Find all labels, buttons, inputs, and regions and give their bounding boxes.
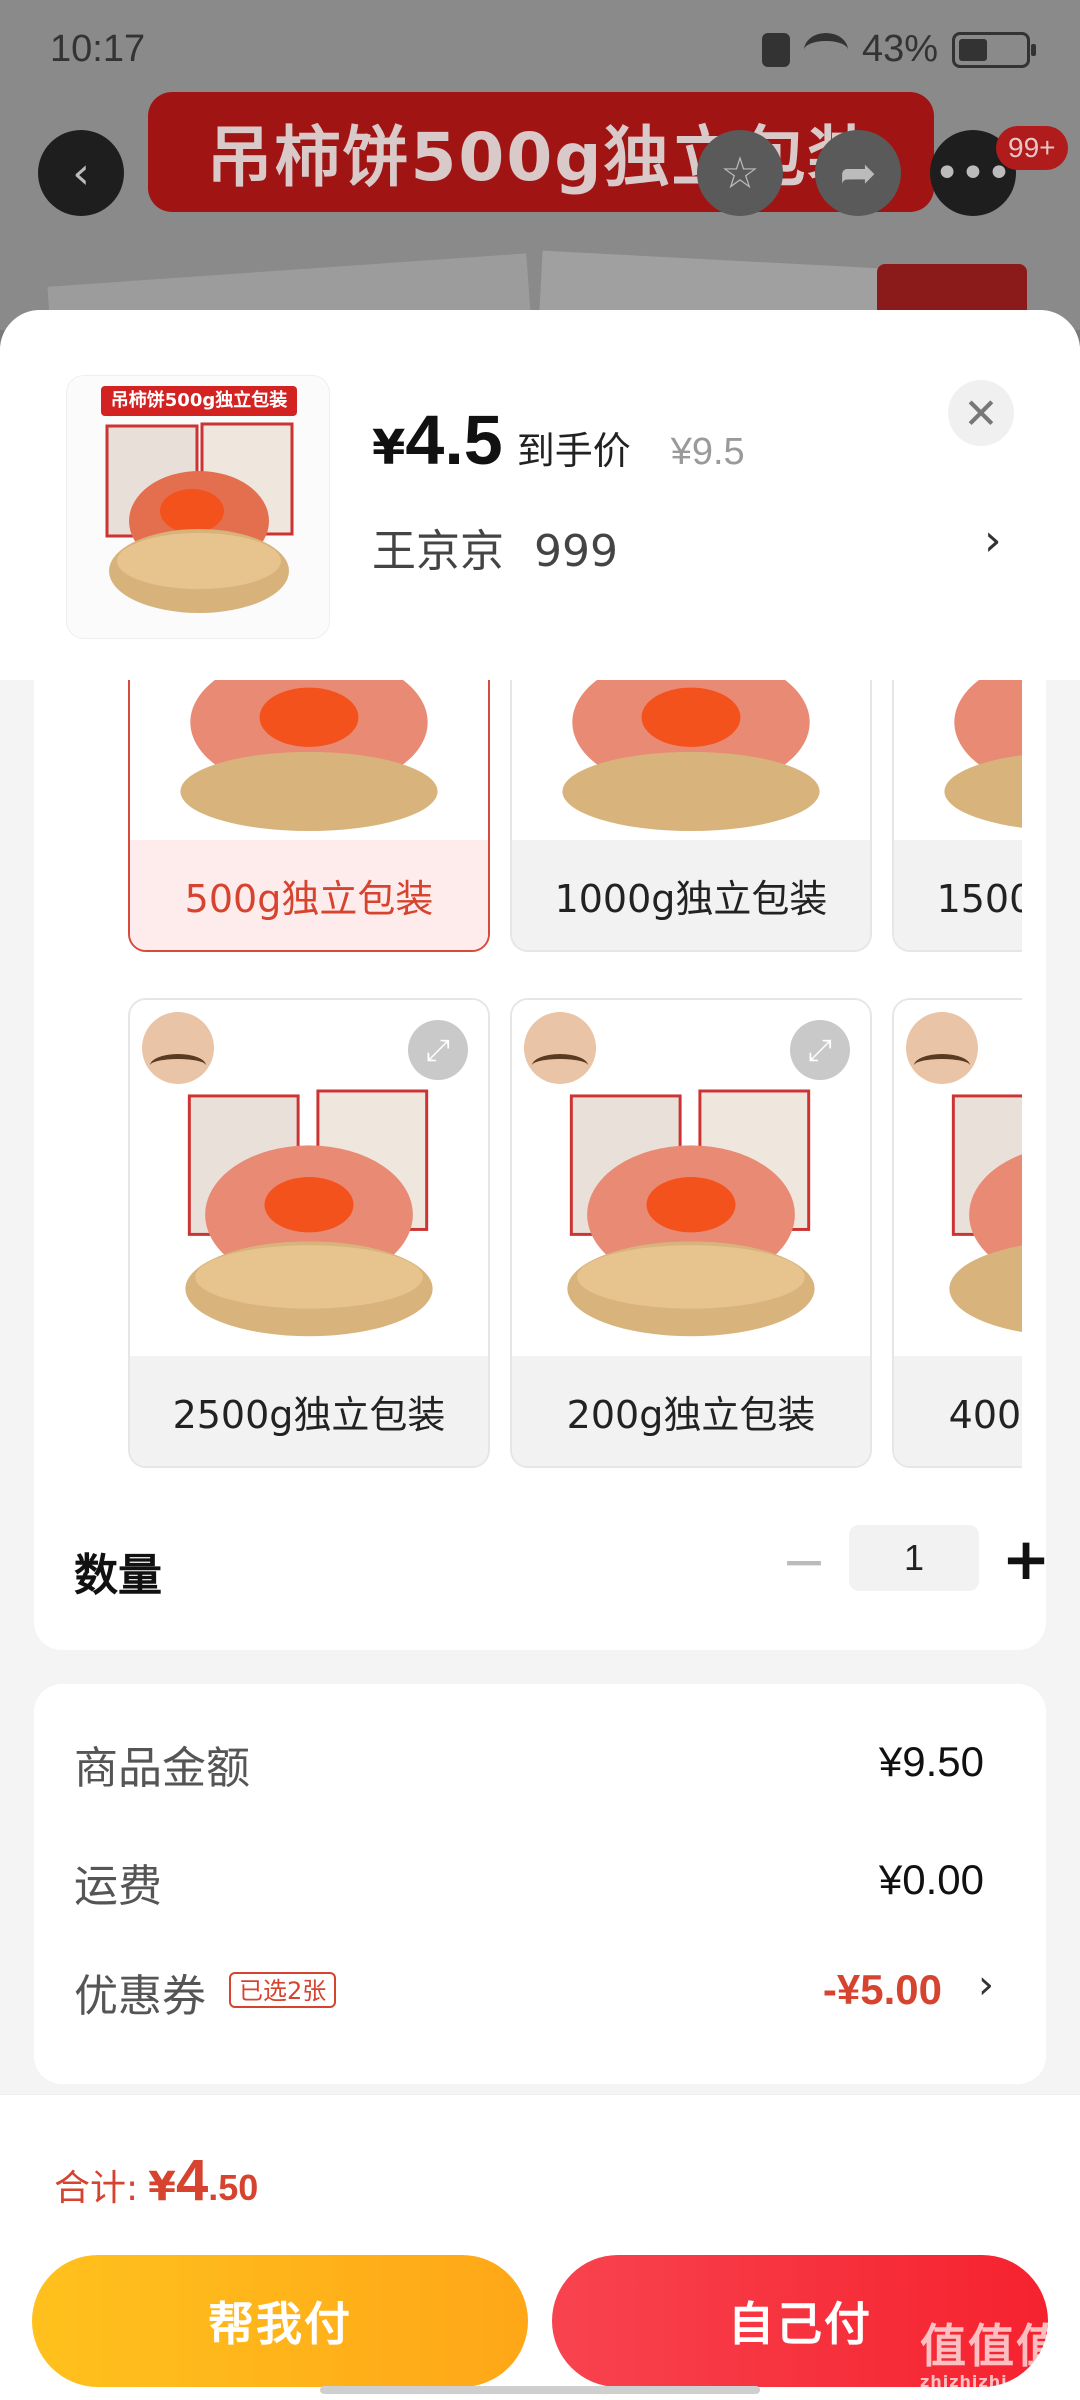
spec-label: 200g独立包装	[512, 1356, 870, 1466]
total-currency: ¥	[148, 2164, 176, 2210]
status-bar: 10:17 43%	[0, 0, 1080, 100]
spec-label: 2500g独立包装	[130, 1356, 488, 1466]
price-symbol: ¥	[372, 420, 406, 476]
sim-icon	[761, 32, 790, 67]
recipient-number: 999	[534, 526, 618, 577]
share-icon: ➦	[839, 147, 877, 199]
battery-icon	[952, 31, 1036, 68]
spec-option[interactable]: 500g独立包装	[128, 680, 490, 952]
expand-icon: ⤢	[426, 1032, 450, 1068]
spec-option[interactable]: ⤢ 2500g独立包装	[128, 998, 490, 1468]
quantity-increase-button[interactable]: +	[994, 1525, 1046, 1593]
total-integer: 4	[175, 2148, 209, 2213]
plus-icon: +	[1001, 1525, 1046, 1593]
recipient-row[interactable]: 王京京 999	[372, 515, 618, 579]
shipping-row: 运费 ¥0.00	[74, 1842, 994, 1912]
shipping-label: 运费	[74, 1861, 162, 1912]
back-button[interactable]: ‹	[38, 130, 124, 216]
recipient-name: 王京京	[372, 526, 504, 577]
coupon-value: -¥5.00	[822, 1966, 942, 2013]
spec-option[interactable]: 1000g独立包装	[510, 680, 872, 952]
spec-option[interactable]: 1500g独立包装	[892, 680, 1022, 952]
spec-label: 500g独立包装	[130, 840, 488, 950]
checkout-bar: 合计: ¥ 4 .50 帮我付 自己付	[0, 2094, 1080, 2400]
quantity-decrease-button[interactable]: −	[774, 1529, 834, 1593]
spec-label: 400g独立包装	[894, 1356, 1022, 1466]
background-banner: 吊柿饼500g独立包装	[148, 92, 934, 212]
expand-button[interactable]: ⤢	[790, 1020, 850, 1080]
brand-logo	[524, 1012, 596, 1084]
star-icon: ☆	[720, 147, 760, 199]
quantity-label: 数量	[74, 1550, 162, 1601]
final-price: 4.5	[405, 401, 503, 479]
quantity-value[interactable]: 1	[849, 1525, 979, 1591]
more-badge: 99+	[996, 126, 1068, 170]
spec-image	[512, 680, 870, 842]
share-button[interactable]: ➦	[815, 130, 901, 216]
shipping-value: ¥0.00	[878, 1856, 984, 1903]
total-decimal: .50	[208, 2167, 259, 2208]
watermark-sub: zhizhizhi.com	[920, 2372, 1055, 2391]
status-time: 10:17	[50, 28, 146, 70]
total-label: 合计:	[54, 2168, 139, 2209]
coupon-tag: 已选2张	[229, 1972, 337, 2008]
spec-label: 1500g独立包装	[894, 840, 1022, 950]
spec-image	[130, 680, 488, 842]
expand-button[interactable]: ⤢	[408, 1020, 468, 1080]
original-price: ¥9.5	[670, 431, 745, 473]
favorite-button[interactable]: ☆	[697, 130, 783, 216]
spec-option[interactable]: ⤢ 200g独立包装	[510, 998, 872, 1468]
goods-amount-value: ¥9.50	[878, 1738, 984, 1785]
home-indicator[interactable]	[320, 2386, 760, 2394]
expand-icon: ⤢	[808, 1032, 832, 1068]
minus-icon: −	[781, 1529, 827, 1593]
battery-percent: 43%	[861, 28, 938, 70]
order-summary: 商品金额 ¥9.50 运费 ¥0.00 优惠券 已选2张 -¥5.00 ›	[34, 1684, 1046, 2084]
purchase-sheet: 吊柿饼500g独立包装 ¥ 4.5 到手价 ¥9.5 王京京 999 › ✕ 5…	[0, 310, 1080, 2400]
chevron-right-icon[interactable]: ›	[978, 1962, 994, 2008]
spec-image	[894, 680, 1022, 842]
final-price-label: 到手价	[516, 429, 631, 473]
chevron-right-icon[interactable]: ›	[984, 515, 1002, 566]
goods-amount-row: 商品金额 ¥9.50	[74, 1724, 994, 1794]
thumbnail-tag: 吊柿饼500g独立包装	[101, 386, 297, 416]
back-icon: ‹	[72, 147, 90, 199]
wifi-icon	[803, 32, 848, 67]
sheet-header: 吊柿饼500g独立包装 ¥ 4.5 到手价 ¥9.5 王京京 999 › ✕	[0, 310, 1080, 680]
close-icon: ✕	[963, 388, 999, 438]
brand-logo	[906, 1012, 978, 1084]
coupon-label: 优惠券	[74, 1971, 206, 2022]
product-thumbnail[interactable]: 吊柿饼500g独立包装	[66, 375, 330, 639]
watermark-main: 值值值	[920, 2319, 1064, 2373]
brand-logo	[142, 1012, 214, 1084]
coupon-row[interactable]: 优惠券 已选2张 -¥5.00 ›	[74, 1952, 994, 2022]
spec-card: 500g独立包装 1000g独立包装 1500g独立包装	[34, 680, 1046, 1650]
spec-option[interactable]: 400g独立包装	[892, 998, 1022, 1468]
goods-amount-label: 商品金额	[74, 1743, 250, 1794]
help-pay-button[interactable]: 帮我付	[32, 2255, 528, 2387]
close-button[interactable]: ✕	[948, 380, 1014, 446]
spec-grid: 500g独立包装 1000g独立包装 1500g独立包装	[92, 680, 1022, 1490]
watermark: 值值值 zhizhizhi.com	[920, 2310, 1064, 2391]
total-amount: 合计: ¥ 4 .50	[54, 2147, 258, 2214]
price-row: ¥ 4.5 到手价 ¥9.5	[372, 400, 745, 480]
spec-label: 1000g独立包装	[512, 840, 870, 950]
quantity-row: 数量 − 1 +	[74, 1525, 1046, 1605]
